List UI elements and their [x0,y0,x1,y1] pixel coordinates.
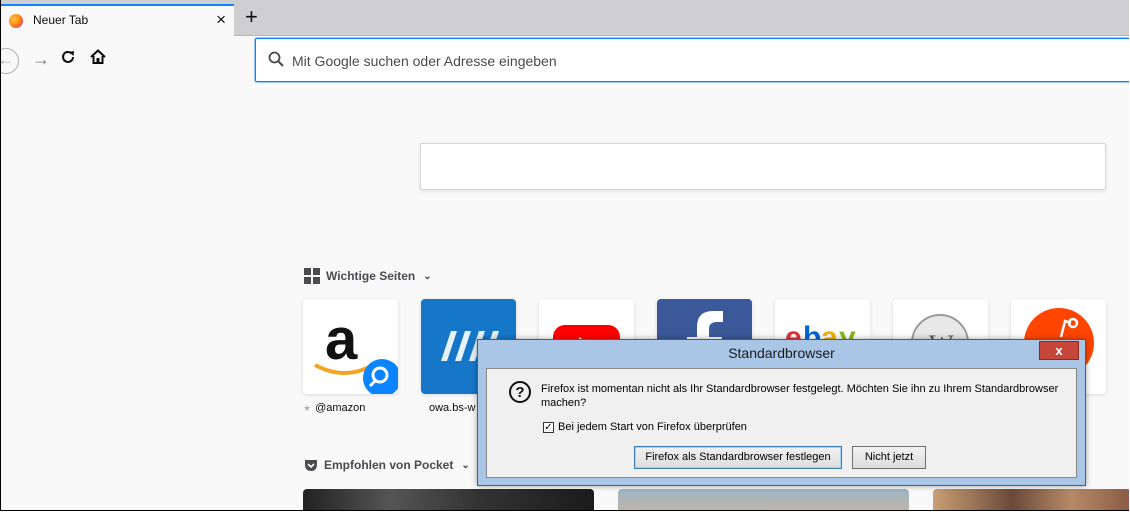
pocket-heading-label: Empfohlen von Pocket [324,458,454,472]
top-site-tile-amazon[interactable]: a [303,299,398,394]
back-button[interactable]: ← [1,48,19,74]
top-sites-heading[interactable]: Wichtige Seiten ⌄ [304,268,432,284]
page-search-box[interactable] [420,143,1106,190]
address-bar[interactable] [255,38,1129,82]
home-button[interactable] [89,48,107,71]
question-icon: ? [509,381,531,403]
close-tab-icon[interactable]: × [216,10,226,30]
top-site-label-amazon-text: @amazon [315,402,366,414]
reload-icon [62,50,74,63]
search-icon [268,51,284,67]
pocket-story-image[interactable] [618,489,909,510]
checkbox-label: Bei jedem Start von Firefox überprüfen [558,421,747,433]
dialog-close-button[interactable]: x [1039,341,1079,360]
dialog-title: Standardbrowser [728,345,835,361]
tab-strip: Neuer Tab × + [1,0,1129,36]
amazon-icon: a [314,307,398,394]
pocket-story-image[interactable] [303,489,594,510]
chevron-down-icon: ⌄ [461,459,470,471]
not-now-button[interactable]: Nicht jetzt [852,446,926,469]
reload-button[interactable] [59,48,77,71]
new-tab-button[interactable]: + [245,4,258,30]
dialog-body: ? Firefox ist momentan nicht als Ihr Sta… [486,368,1077,478]
default-browser-dialog: Standardbrowser x ? Firefox ist momentan… [477,339,1086,486]
pocket-story-image[interactable] [933,489,1129,510]
top-site-label-amazon: ★ @amazon [303,402,398,414]
grid-icon [304,268,320,284]
top-sites-heading-label: Wichtige Seiten [326,269,416,283]
url-input[interactable] [290,49,894,73]
dialog-message: Firefox ist momentan nicht als Ihr Stand… [541,383,1059,409]
pocket-icon [305,460,317,471]
tab-new-tab[interactable]: Neuer Tab × [1,4,234,36]
pin-icon: ★ [303,403,312,413]
tab-title: Neuer Tab [33,13,89,27]
set-default-browser-button[interactable]: Firefox als Standardbrowser festlegen [634,446,842,469]
check-on-startup-option[interactable]: ✓ Bei jedem Start von Firefox überprüfen [543,421,747,433]
svg-text:a: a [325,307,358,372]
chevron-down-icon: ⌄ [423,270,432,282]
navigation-toolbar: ← → [1,36,1129,84]
pocket-heading[interactable]: Empfohlen von Pocket ⌄ [304,458,470,472]
firefox-icon [9,14,23,28]
browser-window: Neuer Tab × + ← → [0,0,1129,511]
checkbox[interactable]: ✓ [543,421,554,433]
forward-button[interactable]: → [32,49,50,69]
home-icon [90,49,106,64]
